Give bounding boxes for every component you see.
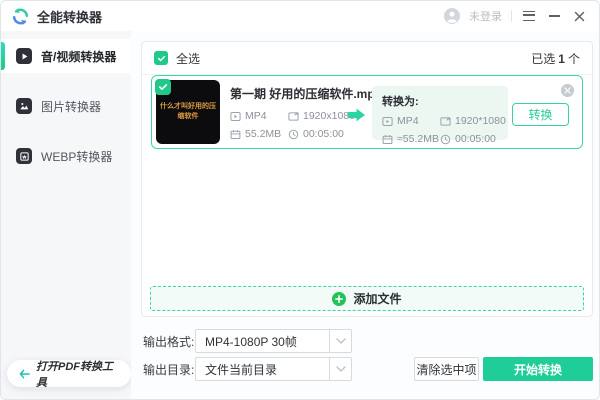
minimize-icon[interactable]	[546, 8, 562, 24]
add-file-button[interactable]: 添加文件	[150, 286, 584, 311]
menu-icon[interactable]	[521, 8, 537, 24]
remove-file-icon[interactable]	[561, 84, 574, 97]
target-label: 转换为:	[382, 96, 419, 108]
list-header: 全选 已选 1 个	[142, 42, 592, 75]
output-format-row: 输出格式: MP4-1080P 30帧	[143, 329, 352, 353]
arrow-left-icon	[19, 369, 30, 379]
close-icon[interactable]	[571, 8, 587, 24]
active-accent-bar	[1, 42, 5, 70]
chevron-down-icon	[335, 366, 346, 372]
output-dir-dropdown-toggle[interactable]	[329, 357, 352, 381]
format-icon	[382, 116, 393, 126]
clock-icon	[288, 129, 299, 139]
clock-icon	[440, 134, 451, 144]
avatar[interactable]	[444, 8, 460, 24]
output-dir-row: 输出目录: 文件当前目录	[143, 357, 352, 381]
output-format-dropdown-toggle[interactable]	[329, 329, 352, 353]
file-card: 什么才叫好用的压缩软件 第一期 好用的压缩软件.mp4 MP4 1920x108…	[151, 75, 583, 149]
target-resolution: 1920*1080	[440, 115, 506, 127]
webp-converter-icon	[16, 148, 32, 164]
format-icon	[230, 111, 241, 121]
sidebar: 音/视频转换器 图片转换器 WEBP转换器 打开PDF转换工具	[1, 31, 131, 399]
chevron-down-icon	[335, 338, 346, 344]
app-title: 全能转换器	[37, 9, 103, 25]
main-panel: 全选 已选 1 个 什么才叫好用的压缩软件 第一期 好用的压缩软件.mp4 MP4	[131, 31, 599, 399]
open-pdf-tool-button[interactable]: 打开PDF转换工具	[7, 360, 131, 389]
resolution-icon	[440, 116, 451, 126]
sidebar-item-image-converter[interactable]: 图片转换器	[1, 89, 131, 123]
clear-selected-button[interactable]: 清除选中项	[414, 357, 479, 381]
output-dir-select[interactable]: 文件当前目录	[195, 357, 329, 381]
app-logo-icon	[11, 7, 30, 26]
size-icon	[230, 129, 241, 139]
add-file-label: 添加文件	[353, 292, 402, 306]
start-convert-button[interactable]: 开始转换	[483, 357, 593, 381]
target-duration: 00:05:00	[440, 133, 506, 145]
resolution-icon	[288, 111, 299, 121]
thumbnail-caption: 什么才叫好用的压缩软件	[160, 102, 216, 121]
sidebar-item-label: WEBP转换器	[41, 149, 113, 164]
source-duration: 00:05:00	[288, 128, 381, 140]
video-converter-icon	[16, 48, 32, 64]
output-format-select[interactable]: MP4-1080P 30帧	[195, 329, 329, 353]
source-resolution: 1920x1080	[288, 110, 381, 122]
app-window: 全能转换器 未登录 音/视频转换器 图片转换器 WEBP转换器 打开PDF转换工…	[0, 0, 600, 400]
convert-button[interactable]: 转换	[512, 103, 569, 126]
size-icon	[382, 134, 393, 144]
pdf-tool-label: 打开PDF转换工具	[36, 360, 113, 389]
sidebar-item-label: 音/视频转换器	[41, 49, 117, 64]
target-size: ≈55.2MB	[382, 133, 440, 145]
file-list-panel: 全选 已选 1 个 什么才叫好用的压缩软件 第一期 好用的压缩软件.mp4 MP4	[141, 41, 593, 317]
plus-icon	[332, 291, 347, 306]
sidebar-item-label: 图片转换器	[41, 99, 102, 114]
login-status[interactable]: 未登录	[469, 8, 502, 24]
file-checkbox[interactable]	[155, 79, 171, 95]
sidebar-item-webp-converter[interactable]: WEBP转换器	[1, 139, 131, 173]
file-name: 第一期 好用的压缩软件.mp4	[230, 87, 382, 101]
source-format: MP4	[230, 110, 288, 122]
output-dir-label: 输出目录:	[143, 362, 195, 377]
target-info-panel: 转换为: MP4 1920*1080 ≈55.2MB 00:05:00	[372, 86, 508, 145]
title-bar: 全能转换器 未登录	[1, 1, 599, 31]
sidebar-item-av-converter[interactable]: 音/视频转换器	[1, 39, 131, 73]
image-converter-icon	[16, 98, 32, 114]
target-format: MP4	[382, 115, 440, 127]
select-all-label: 全选	[176, 51, 201, 66]
source-size: 55.2MB	[230, 128, 288, 140]
titlebar-divider	[511, 10, 512, 22]
output-format-label: 输出格式:	[143, 334, 195, 349]
selected-count: 已选 1 个	[531, 51, 580, 66]
convert-arrow-icon	[348, 108, 365, 127]
select-all-checkbox[interactable]	[154, 51, 168, 65]
